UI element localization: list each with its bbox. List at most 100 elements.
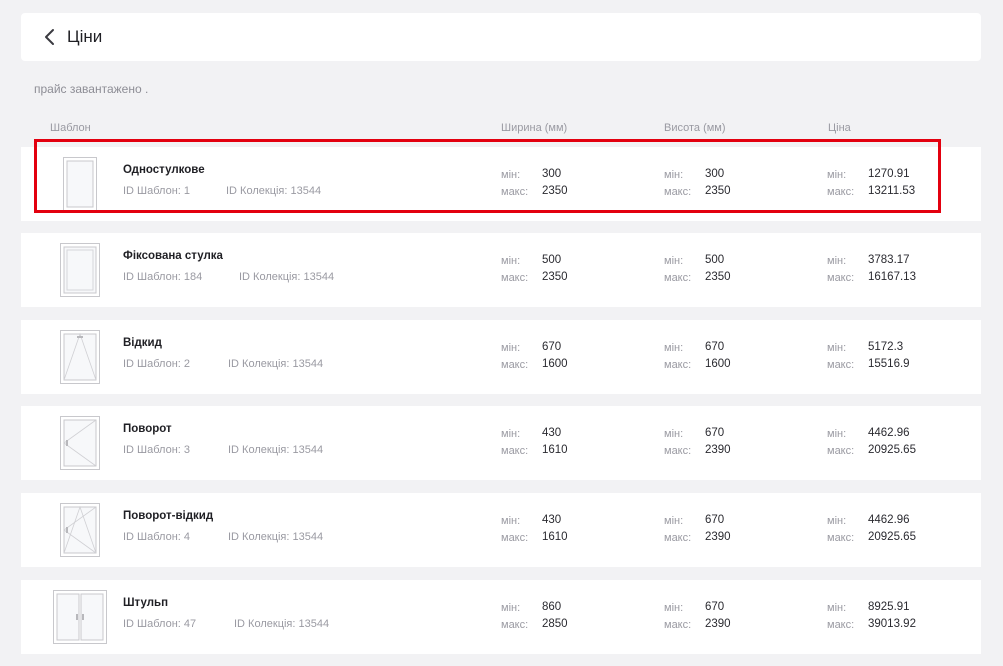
collection-id: ID Колекція: 13544 — [228, 358, 324, 370]
chevron-left-icon — [45, 29, 54, 45]
template-thumbnail — [50, 233, 110, 307]
width-min-label: мін: — [501, 255, 521, 267]
template-id: ID Шаблон: 2 — [123, 358, 191, 370]
template-thumbnail — [50, 580, 110, 654]
height-max-value: 2390 — [705, 444, 731, 456]
height-min-value: 670 — [705, 514, 725, 526]
height-max-value: 2350 — [705, 185, 731, 197]
height-min-label: мін: — [664, 342, 684, 354]
width-min-value: 430 — [542, 514, 562, 526]
table-row[interactable]: Поворот-відкид ID Шаблон: 4 ID Колекція:… — [21, 493, 981, 567]
fixed-sash-window-icon — [60, 243, 100, 297]
page-header: Ціни — [21, 13, 981, 61]
width-min-value: 670 — [542, 341, 562, 353]
width-max-value: 1610 — [542, 444, 568, 456]
price-min-value: 4462.96 — [868, 514, 910, 526]
height-min-value: 670 — [705, 427, 725, 439]
width-min-label: мін: — [501, 515, 521, 527]
price-min-label: мін: — [827, 169, 847, 181]
back-button[interactable] — [35, 22, 65, 52]
price-min-label: мін: — [827, 602, 847, 614]
width-max-value: 2350 — [542, 185, 568, 197]
height-min-label: мін: — [664, 169, 684, 181]
template-name: Фіксована стулка — [123, 250, 223, 262]
price-max-value: 20925.65 — [868, 444, 916, 456]
template-id: ID Шаблон: 47 — [123, 618, 197, 630]
price-max-value: 15516.9 — [868, 358, 910, 370]
table-row[interactable]: Поворот ID Шаблон: 3 ID Колекція: 13544 … — [21, 406, 981, 480]
width-min-value: 430 — [542, 427, 562, 439]
height-max-label: макс: — [664, 532, 692, 544]
table-row[interactable]: Фіксована стулка ID Шаблон: 184 ID Колек… — [21, 233, 981, 307]
double-sash-window-icon — [53, 590, 107, 644]
height-min-label: мін: — [664, 602, 684, 614]
width-max-value: 2350 — [542, 271, 568, 283]
template-name: Відкид — [123, 337, 162, 349]
page-title: Ціни — [67, 27, 103, 46]
price-max-value: 16167.13 — [868, 271, 916, 283]
template-id: ID Шаблон: 1 — [123, 185, 191, 197]
price-max-label: макс: — [827, 359, 855, 371]
price-max-value: 13211.53 — [868, 185, 916, 197]
collection-id: ID Колекція: 13544 — [239, 271, 335, 283]
width-max-label: макс: — [501, 532, 529, 544]
template-name: Поворот-відкид — [123, 510, 214, 522]
column-header-template: Шаблон — [50, 122, 91, 134]
width-max-label: макс: — [501, 186, 529, 198]
price-max-label: макс: — [827, 619, 855, 631]
collection-id: ID Колекція: 13544 — [226, 185, 322, 197]
price-min-value: 3783.17 — [868, 254, 910, 266]
height-min-value: 500 — [705, 254, 725, 266]
template-id: ID Шаблон: 3 — [123, 444, 191, 456]
width-min-value: 500 — [542, 254, 562, 266]
price-min-value: 5172.3 — [868, 341, 904, 353]
tilt-turn-window-icon — [60, 503, 100, 557]
width-max-label: макс: — [501, 359, 529, 371]
width-min-label: мін: — [501, 169, 521, 181]
width-min-value: 860 — [542, 601, 562, 613]
template-thumbnail — [50, 320, 110, 394]
column-header-price: Ціна — [828, 122, 851, 134]
tilt-window-icon — [60, 330, 100, 384]
width-min-label: мін: — [501, 342, 521, 354]
template-name: Одностулкове — [123, 164, 205, 176]
height-max-value: 2390 — [705, 531, 731, 543]
collection-id: ID Колекція: 13544 — [228, 531, 324, 543]
height-min-label: мін: — [664, 428, 684, 440]
table-row[interactable]: Штульп ID Шаблон: 47 ID Колекція: 13544 … — [21, 580, 981, 654]
width-max-label: макс: — [501, 619, 529, 631]
price-max-value: 20925.65 — [868, 531, 916, 543]
height-max-value: 2390 — [705, 618, 731, 630]
height-max-label: макс: — [664, 186, 692, 198]
height-min-value: 670 — [705, 341, 725, 353]
price-max-label: макс: — [827, 532, 855, 544]
width-max-label: макс: — [501, 445, 529, 457]
width-min-label: мін: — [501, 602, 521, 614]
height-max-value: 1600 — [705, 358, 731, 370]
turn-window-icon — [60, 416, 100, 470]
collection-id: ID Колекція: 13544 — [228, 444, 324, 456]
collection-id: ID Колекція: 13544 — [234, 618, 330, 630]
height-max-value: 2350 — [705, 271, 731, 283]
price-min-value: 4462.96 — [868, 427, 910, 439]
template-thumbnail — [50, 147, 110, 221]
template-thumbnail — [50, 406, 110, 480]
table-row[interactable]: Одностулкове ID Шаблон: 1 ID Колекція: 1… — [21, 147, 981, 221]
price-min-value: 8925.91 — [868, 601, 910, 613]
height-min-label: мін: — [664, 255, 684, 267]
price-max-value: 39013.92 — [868, 618, 916, 630]
height-max-label: макс: — [664, 619, 692, 631]
status-text: прайс завантажено . — [34, 82, 149, 96]
height-max-label: макс: — [664, 445, 692, 457]
width-max-value: 2850 — [542, 618, 568, 630]
width-max-label: макс: — [501, 272, 529, 284]
column-header-width: Ширина (мм) — [501, 122, 568, 134]
price-max-label: макс: — [827, 445, 855, 457]
price-max-label: макс: — [827, 186, 855, 198]
height-min-label: мін: — [664, 515, 684, 527]
width-min-value: 300 — [542, 168, 562, 180]
template-id: ID Шаблон: 4 — [123, 531, 191, 543]
price-min-label: мін: — [827, 255, 847, 267]
price-min-label: мін: — [827, 428, 847, 440]
table-row[interactable]: Відкид ID Шаблон: 2 ID Колекція: 13544 м… — [21, 320, 981, 394]
